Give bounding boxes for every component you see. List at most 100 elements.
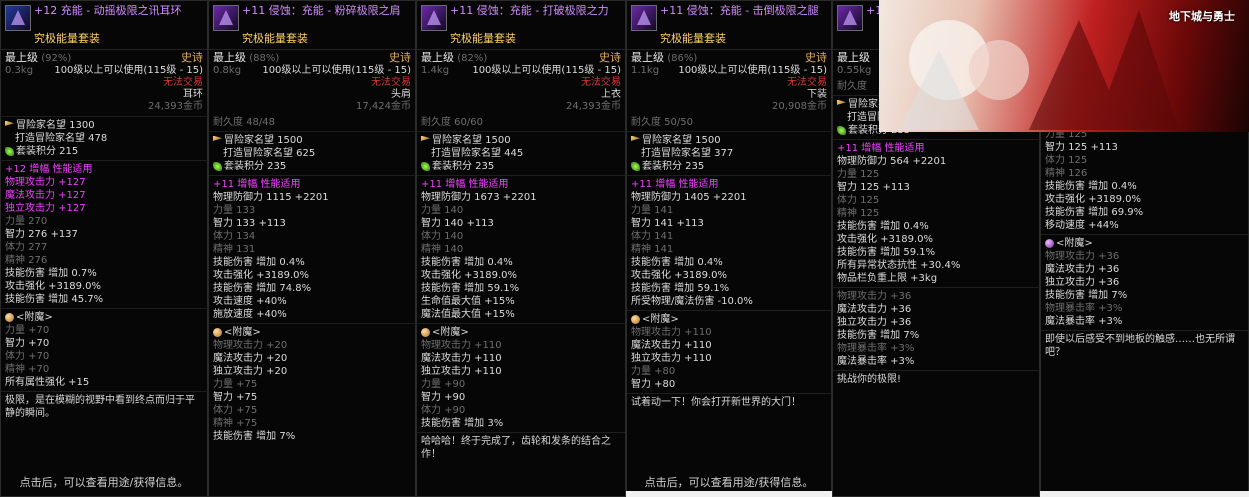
grade-label: 最上级: [837, 51, 870, 64]
stat-line: 精神 141: [631, 244, 674, 255]
enchant-line: 物理攻击力 +36: [837, 291, 912, 302]
price-row: 24,393金币: [417, 101, 625, 113]
trade-row: 无法交易: [1, 77, 207, 89]
enchant-line: 物理攻击力 +110: [631, 327, 712, 338]
stat-line: 技能伤害 增加 59.1%: [837, 247, 936, 258]
rarity-label: 史诗: [805, 51, 827, 64]
enchant-line: 魔法攻击力 +36: [1045, 264, 1120, 275]
enchant-line: 体力 +70: [5, 351, 50, 362]
enchant-line: 力量 +70: [5, 325, 50, 336]
fame-icon: [837, 99, 846, 105]
stat-line: 物品栏负重上限 +3kg: [837, 273, 938, 284]
set-score-icon: [5, 146, 14, 156]
enchant-line: 物理攻击力 +36: [1045, 251, 1120, 262]
stat-line: 体力 277: [5, 242, 48, 253]
enchant-line: 物理攻击力 +110: [421, 340, 502, 351]
enchant-line: 独立攻击力 +20: [213, 366, 288, 377]
stat-line: 精神 131: [213, 244, 256, 255]
enchant-header: <附魔>: [1041, 237, 1248, 250]
fame-total: 冒险家名望 1300: [1, 119, 207, 132]
stat-line: 移动速度 +44%: [1045, 220, 1119, 231]
stat-line: 智力 125 +113: [837, 182, 910, 193]
item-tooltip-panel[interactable]: +11 侵蚀：充能 - 击倒极限之腿 究极能量套装 最上级 (86%) 史诗 1…: [626, 0, 832, 497]
click-hint: 点击后，可以查看用途/获得信息。: [644, 476, 814, 489]
trade-row: 无法交易: [417, 77, 625, 89]
item-tooltip-panel[interactable]: +12 充能 - 动摇极限之讯耳环 究极能量套装 最上级 (92%) 史诗 0.…: [0, 0, 208, 497]
trade-status: 无法交易: [163, 77, 203, 88]
stat-line: 技能伤害 增加 45.7%: [5, 294, 104, 305]
stat-line: 所有异常状态抗性 +30.4%: [837, 260, 961, 271]
stat-line: 力量 270: [5, 216, 48, 227]
stat-line: 攻击强化 +3189.0%: [1045, 194, 1142, 205]
stat-line: 攻击强化 +3189.0%: [421, 270, 518, 281]
stat-line: 技能伤害 增加 0.4%: [837, 221, 929, 232]
fame-craft: 打造冒险家名望 625: [223, 148, 316, 159]
item-description: 极限，是在模糊的视野中看到终点而归于平静的瞬间。: [5, 395, 195, 419]
enchant-line: 物理暴击率 +3%: [1045, 303, 1123, 314]
enchant-line: 技能伤害 增加 3%: [421, 418, 504, 429]
trade-row: 无法交易: [209, 77, 415, 89]
set-score: 套装积分 215: [1, 145, 207, 158]
stat-line: 智力 133 +113: [213, 218, 286, 229]
weight-row: 1.1kg 100级以上可以使用(115级 - 15): [627, 65, 831, 77]
slot-row: 下装: [627, 89, 831, 101]
item-description: 即使以后感受不到地板的触感……也无所谓吧？: [1045, 334, 1235, 358]
trade-status: 无法交易: [787, 77, 827, 88]
stat-line: 体力 134: [213, 231, 256, 242]
enchant-line: 魔法攻击力 +110: [631, 340, 712, 351]
stat-line: 攻击强化 +3189.0%: [5, 281, 102, 292]
grade-label: 最上级: [5, 51, 38, 64]
stat-line: 物理防御力 1405 +2201: [631, 192, 747, 203]
stat-line: 精神 125: [837, 208, 880, 219]
item-tooltip-panel[interactable]: +11 侵蚀：充能 - 粉碎极限之肩 究极能量套装 最上级 (88%) 史诗 0…: [208, 0, 416, 497]
grade-label: 最上级: [631, 51, 664, 64]
fame-craft: 打造冒险家名望 478: [15, 133, 108, 144]
stat-line: 体力 125: [1045, 155, 1088, 166]
stat-line: 攻击强化 +3189.0%: [213, 270, 310, 281]
weight-row: 0.3kg 100级以上可以使用(115级 - 15): [1, 65, 207, 77]
trade-status: 无法交易: [371, 77, 411, 88]
stat-line: 技能伤害 增加 0.4%: [213, 257, 305, 268]
enchant-line: 力量 +90: [421, 379, 466, 390]
enchant-line: 智力 +75: [213, 392, 258, 403]
slot-row: 头肩: [209, 89, 415, 101]
enchant-line: 魔法暴击率 +3%: [1045, 316, 1123, 327]
fame-icon: [421, 135, 430, 141]
enchant-line: 力量 +80: [631, 366, 676, 377]
weight-row: 1.4kg 100级以上可以使用(115级 - 15): [417, 65, 625, 77]
enchant-line: 技能伤害 增加 7%: [837, 330, 920, 341]
level-requirement: 100级以上可以使用(115级 - 15): [678, 65, 827, 76]
stat-line: 体力 125: [837, 195, 880, 206]
item-weight: 1.1kg: [631, 65, 660, 76]
set-score: 套装积分 235: [627, 160, 831, 173]
item-tooltip-panel[interactable]: +11 侵蚀：充能 - 打破极限之力 究极能量套装 最上级 (82%) 史诗 1…: [416, 0, 626, 497]
tooltip-header: +12 充能 - 动摇极限之讯耳环 究极能量套装: [1, 1, 207, 50]
stat-line: 智力 276 +137: [5, 229, 78, 240]
enchant-header: <附魔>: [417, 326, 625, 339]
enchant-line: 独立攻击力 +110: [421, 366, 502, 377]
enchant-line: 智力 +90: [421, 392, 466, 403]
stat-line: 技能伤害 增加 0.4%: [421, 257, 513, 268]
price-row: 24,393金币: [1, 101, 207, 113]
promo-banner: 地下城与勇士: [879, 0, 1249, 132]
enchant-line: 魔法攻击力 +36: [837, 304, 912, 315]
enchant-line: 独立攻击力 +36: [1045, 277, 1120, 288]
item-icon: [421, 5, 447, 31]
item-title: +11 侵蚀：充能 - 粉碎极限之肩: [242, 4, 401, 17]
item-icon: [631, 5, 657, 31]
amplify-header: +11 增幅 性能适用: [213, 179, 301, 190]
stat-line: 技能伤害 增加 74.8%: [213, 283, 312, 294]
tooltip-header: +11 侵蚀：充能 - 粉碎极限之肩 究极能量套装: [209, 1, 415, 50]
stat-line: 智力 125 +113: [1045, 142, 1118, 153]
rarity-label: 史诗: [181, 51, 203, 64]
level-requirement: 100级以上可以使用(115级 - 15): [54, 65, 203, 76]
equip-slot: 下装: [807, 89, 827, 100]
stat-line: 魔法攻击力 +127: [5, 190, 86, 201]
sell-price: 17,424金币: [356, 101, 411, 112]
enchant-line: 独立攻击力 +110: [631, 353, 712, 364]
bottom-strip: [1040, 491, 1249, 497]
click-hint: 点击后，可以查看用途/获得信息。: [19, 476, 189, 489]
grade-percent: (82%): [457, 53, 488, 64]
stat-line: 智力 140 +113: [421, 218, 494, 229]
stat-line: 技能伤害 增加 0.7%: [5, 268, 97, 279]
